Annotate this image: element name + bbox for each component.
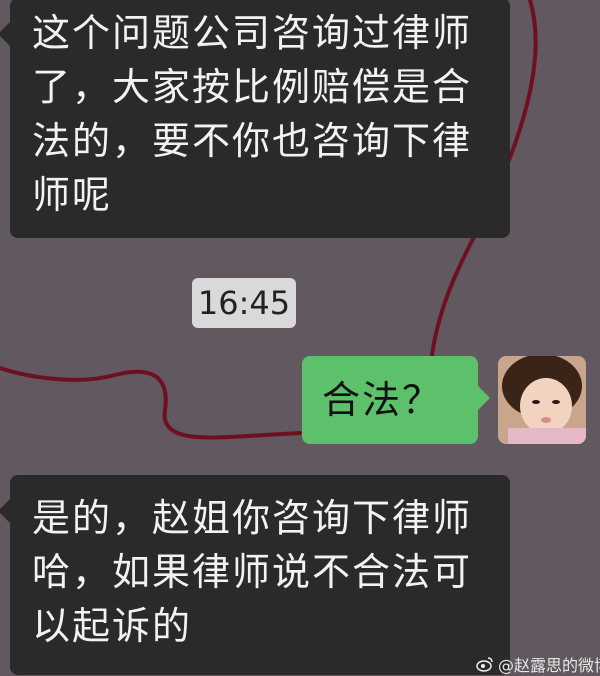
weibo-logo-icon [476,657,493,672]
timestamp: 16:45 [192,278,296,328]
watermark-text: @赵露思的微博 [498,656,600,675]
outgoing-message-bubble[interactable]: 合法？ [302,356,490,444]
message-text: 这个问题公司咨询过律师了，大家按比例赔偿是合法的，要不你也咨询下律师呢 [32,11,473,217]
incoming-message-bubble[interactable]: 是的，赵姐你咨询下律师哈，如果律师说不合法可以起诉的 [0,475,510,675]
avatar-photo-icon [498,356,586,444]
message-text: 是的，赵姐你咨询下律师哈，如果律师说不合法可以起诉的 [32,496,473,648]
incoming-message-bubble[interactable]: 这个问题公司咨询过律师了，大家按比例赔偿是合法的，要不你也咨询下律师呢 [0,0,510,238]
watermark: @赵露思的微博 [476,652,600,676]
avatar[interactable] [498,356,586,444]
message-text: 合法？ [322,378,443,422]
